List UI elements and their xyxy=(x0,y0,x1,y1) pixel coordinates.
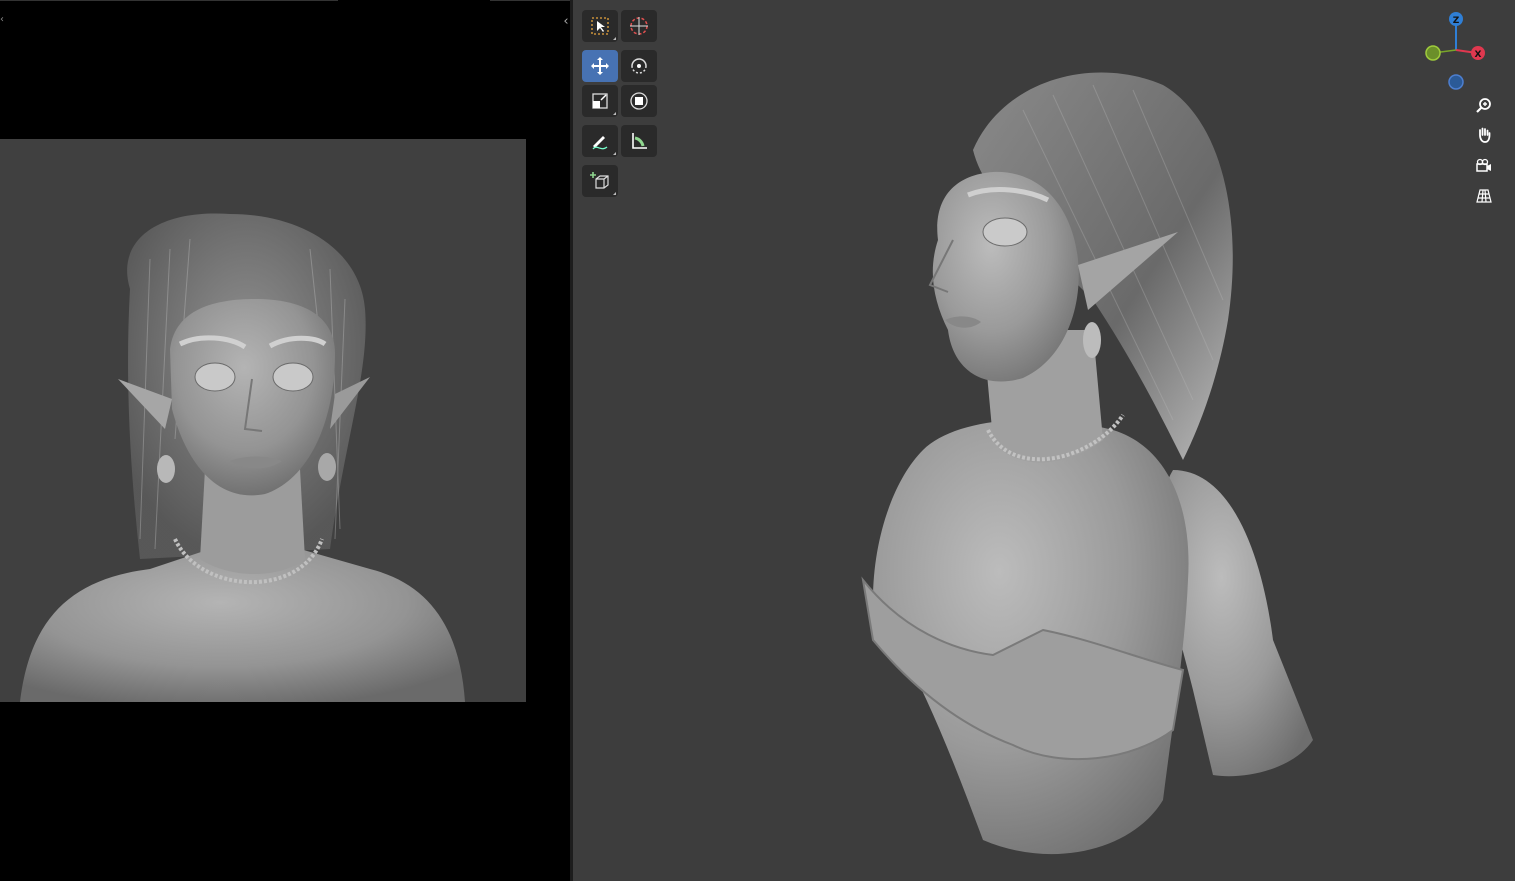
pan-button[interactable] xyxy=(1472,123,1496,147)
zoom-button[interactable] xyxy=(1472,93,1496,117)
collapse-left-icon[interactable]: ‹ xyxy=(0,14,6,26)
axis-gizmo-icon: Z X xyxy=(1425,12,1485,90)
header-strip xyxy=(0,0,338,1)
measure-icon xyxy=(632,133,647,149)
measure-tool[interactable] xyxy=(621,125,657,157)
select-box-tool[interactable] xyxy=(582,10,618,42)
add-cube-icon xyxy=(590,172,609,189)
transform-tool[interactable] xyxy=(621,85,657,117)
3d-viewport[interactable]: Z X xyxy=(573,0,1515,881)
scale-icon xyxy=(592,93,608,109)
front-view-sculpt xyxy=(20,213,465,702)
annotate-icon xyxy=(592,136,608,150)
cursor-icon xyxy=(630,17,648,35)
add-cube-tool[interactable] xyxy=(582,165,618,197)
rotate-icon xyxy=(631,58,647,74)
pan-hand-icon xyxy=(1479,127,1491,143)
perspective-toggle-button[interactable] xyxy=(1472,184,1496,208)
navigation-gizmo[interactable]: Z X xyxy=(1419,8,1499,98)
header-strip xyxy=(490,0,570,1)
select-box-icon xyxy=(591,17,609,35)
rotate-tool[interactable] xyxy=(621,50,657,82)
transform-icon xyxy=(630,92,648,110)
perspective-grid-icon xyxy=(1476,189,1492,203)
cursor-tool[interactable] xyxy=(621,10,657,42)
camera-icon xyxy=(1476,158,1491,172)
move-tool[interactable] xyxy=(582,50,618,82)
camera-button[interactable] xyxy=(1472,154,1496,178)
z-axis-label: Z xyxy=(1453,16,1460,26)
reference-image xyxy=(0,139,526,702)
zoom-icon xyxy=(1476,98,1491,113)
annotate-tool[interactable] xyxy=(582,125,618,157)
move-icon xyxy=(591,57,609,75)
x-axis-label: X xyxy=(1475,50,1482,60)
image-editor-area[interactable]: ‹ ‹ xyxy=(0,0,570,881)
scale-tool[interactable] xyxy=(582,85,618,117)
three-quarter-sculpt xyxy=(861,72,1313,855)
